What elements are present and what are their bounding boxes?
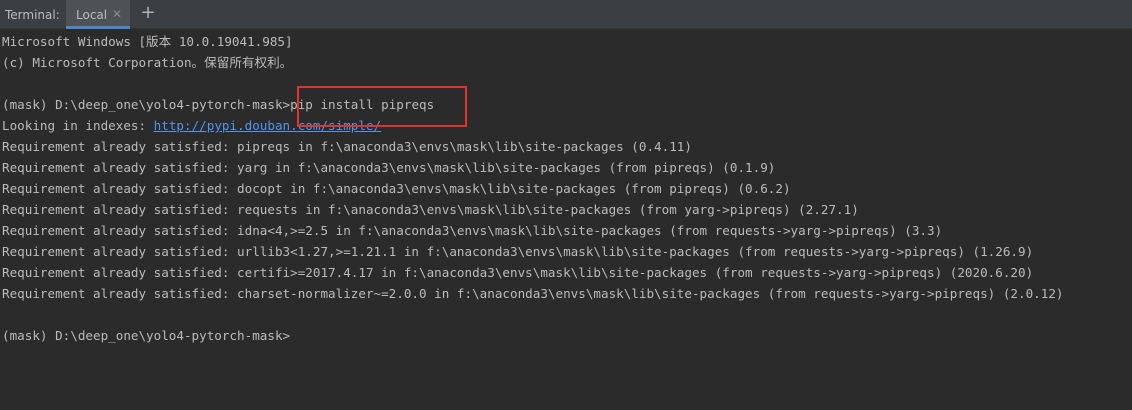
tool-window-title: Terminal: [5, 8, 60, 22]
output-line: Requirement already satisfied: yarg in f… [2, 160, 776, 175]
output-line: Requirement already satisfied: docopt in… [2, 181, 791, 196]
output-line: Requirement already satisfied: pipreqs i… [2, 139, 692, 154]
tab-local-label: Local [76, 8, 108, 22]
plus-icon[interactable]: + [139, 3, 157, 23]
tab-local[interactable]: Local ✕ [66, 0, 130, 29]
header-line: (c) Microsoft Corporation。保留所有权利。 [2, 55, 293, 70]
header-line: Microsoft Windows [版本 10.0.19041.985] [2, 34, 293, 49]
output-line: Requirement already satisfied: requests … [2, 202, 859, 217]
output-line: Requirement already satisfied: certifi>=… [2, 265, 1034, 280]
final-prompt: (mask) D:\deep_one\yolo4-pytorch-mask> [2, 328, 291, 343]
output-line: Requirement already satisfied: idna<4,>=… [2, 223, 943, 238]
terminal-tool-window-header: Terminal: Local ✕ + [0, 0, 1132, 29]
terminal-output[interactable]: Microsoft Windows [版本 10.0.19041.985] (c… [0, 29, 1132, 410]
output-line: Requirement already satisfied: charset-n… [2, 286, 1064, 301]
output-line: Requirement already satisfied: urllib3<1… [2, 244, 1034, 259]
index-prefix: Looking in indexes: [2, 118, 154, 133]
command-highlight-box [297, 86, 467, 127]
prompt: (mask) D:\deep_one\yolo4-pytorch-mask> [2, 97, 291, 112]
close-icon[interactable]: ✕ [112, 7, 122, 21]
